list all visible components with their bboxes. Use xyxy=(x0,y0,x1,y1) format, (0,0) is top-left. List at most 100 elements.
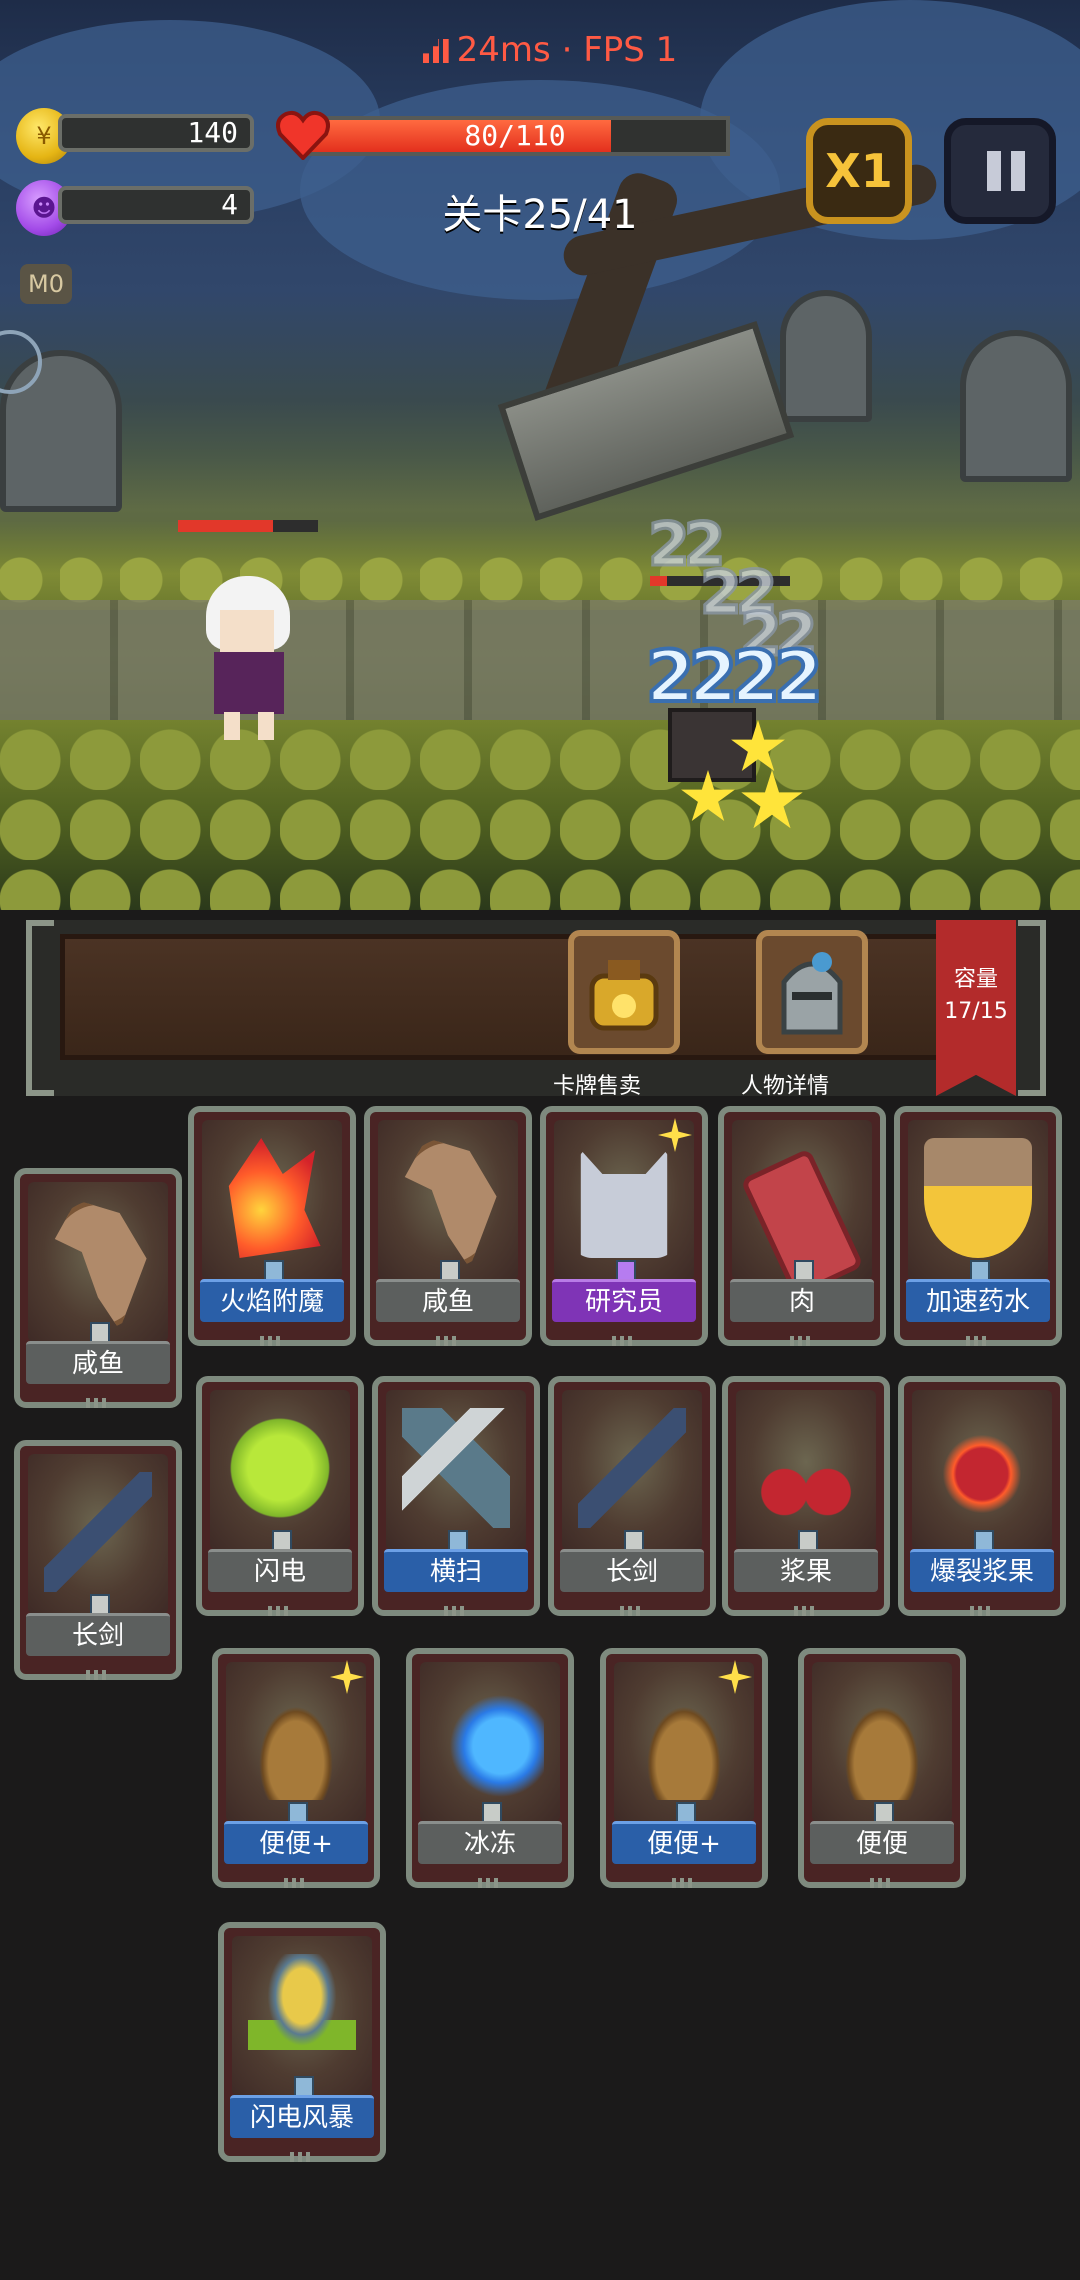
card-sell-label: 卡牌售卖 xyxy=(552,1074,641,1099)
gold-counter: 140 xyxy=(58,114,254,152)
card-label: 便便+ xyxy=(612,1821,756,1864)
card-salted-fish[interactable]: 咸鱼 xyxy=(14,1168,182,1408)
card-salted-fish[interactable]: 咸鱼 xyxy=(364,1106,532,1346)
card-label: 肉 xyxy=(730,1279,874,1322)
fallen-slab xyxy=(497,320,795,522)
card-poop[interactable]: 便便 xyxy=(798,1648,966,1888)
knight-helmet-icon xyxy=(781,952,843,1035)
sparkle-icon xyxy=(658,1118,692,1152)
character-details-label: 人物详情 xyxy=(740,1074,829,1099)
card-connector xyxy=(86,1670,110,1680)
card-connector xyxy=(86,1398,110,1408)
capacity-banner: 容量 17/15 xyxy=(936,920,1016,1096)
card-connector xyxy=(970,1606,994,1616)
card-researcher-cat[interactable]: 研究员 xyxy=(540,1106,708,1346)
card-label: 便便+ xyxy=(224,1821,368,1864)
pause-icon xyxy=(987,151,1001,191)
salted-fish-icon xyxy=(54,1200,147,1330)
sweep-icon xyxy=(402,1408,510,1528)
card-fire-enchant[interactable]: 火焰附魔 xyxy=(188,1106,356,1346)
card-label: 闪电 xyxy=(208,1549,352,1592)
card-label: 咸鱼 xyxy=(376,1279,520,1322)
card-connector xyxy=(284,1878,308,1888)
poop-icon xyxy=(630,1680,738,1800)
mode-chip[interactable]: M0 xyxy=(20,264,72,304)
character-details-button[interactable] xyxy=(756,930,868,1054)
hero-health-bar xyxy=(178,520,318,532)
card-label: 咸鱼 xyxy=(26,1341,170,1384)
damage-number: 2222 xyxy=(644,634,825,720)
gravestone xyxy=(960,330,1072,482)
capacity-value: 17/15 xyxy=(944,999,1008,1024)
card-label: 研究员 xyxy=(552,1279,696,1322)
card-connector xyxy=(436,1336,460,1346)
lightning-storm-icon xyxy=(248,1954,356,2074)
shelf-bracket xyxy=(1018,920,1046,1096)
player-health-bar: 80/110 xyxy=(300,116,730,156)
card-ice[interactable]: 冰冻 xyxy=(406,1648,574,1888)
card-connector xyxy=(268,1606,292,1616)
card-label: 闪电风暴 xyxy=(230,2095,374,2138)
poop-icon xyxy=(828,1680,936,1800)
card-long-sword[interactable]: 长剑 xyxy=(548,1376,716,1616)
card-connector xyxy=(620,1606,644,1616)
heart-icon xyxy=(276,110,330,160)
card-label: 爆裂浆果 xyxy=(910,1549,1054,1592)
burst-berry-icon xyxy=(928,1408,1036,1528)
card-sweep[interactable]: 横扫 xyxy=(372,1376,540,1616)
ice-icon xyxy=(436,1680,544,1800)
card-label: 长剑 xyxy=(560,1549,704,1592)
card-connector xyxy=(672,1878,696,1888)
network-status: 24ms · FPS 1 xyxy=(410,30,690,70)
fire-enchant-icon xyxy=(228,1138,321,1258)
ping-text: 24ms xyxy=(456,30,551,70)
capacity-title: 容量 xyxy=(953,967,998,992)
long-sword-icon xyxy=(578,1408,686,1528)
card-lightning[interactable]: 闪电 xyxy=(196,1376,364,1616)
card-connector xyxy=(794,1606,818,1616)
hero-grandma xyxy=(196,576,306,746)
gold-sack-icon xyxy=(589,960,659,1031)
card-label: 浆果 xyxy=(734,1549,878,1592)
card-connector xyxy=(444,1606,468,1616)
card-connector xyxy=(478,1878,502,1888)
shelf-bracket xyxy=(26,920,54,1096)
card-sell-button[interactable] xyxy=(568,930,680,1054)
card-connector xyxy=(870,1878,894,1888)
card-connector xyxy=(790,1336,814,1346)
card-berry[interactable]: 浆果 xyxy=(722,1376,890,1616)
long-sword-icon xyxy=(44,1472,152,1592)
pause-button[interactable] xyxy=(944,118,1056,224)
card-poop[interactable]: 便便+ xyxy=(600,1648,768,1888)
toolbar-shelf: 卡牌售卖 人物详情 容量 17/15 xyxy=(26,920,1046,1099)
card-burst-berry[interactable]: 爆裂浆果 xyxy=(898,1376,1066,1616)
card-poop[interactable]: 便便+ xyxy=(212,1648,380,1888)
card-speed-potion[interactable]: 加速药水 xyxy=(894,1106,1062,1346)
poop-icon xyxy=(242,1680,350,1800)
speed-potion-icon xyxy=(924,1138,1032,1258)
card-label: 冰冻 xyxy=(418,1821,562,1864)
card-connector xyxy=(290,2152,314,2162)
card-label: 便便 xyxy=(810,1821,954,1864)
gravestone xyxy=(780,290,872,422)
berry-icon xyxy=(752,1408,860,1528)
card-lightning-storm[interactable]: 闪电风暴 xyxy=(218,1922,386,2162)
card-label: 火焰附魔 xyxy=(200,1279,344,1322)
card-long-sword[interactable]: 长剑 xyxy=(14,1440,182,1680)
grass-back xyxy=(0,520,1080,610)
speed-button[interactable]: X1 xyxy=(806,118,912,224)
signal-bars-icon xyxy=(422,39,449,63)
salted-fish-icon xyxy=(404,1138,497,1268)
separator: · xyxy=(561,30,573,70)
stage-progress: 关卡25/41 xyxy=(442,192,638,238)
health-text: 80/110 xyxy=(464,119,566,152)
researcher-cat-icon xyxy=(580,1150,668,1258)
card-meat[interactable]: 肉 xyxy=(718,1106,886,1346)
gem-counter: 4 xyxy=(58,186,254,224)
grass-front xyxy=(0,720,1080,910)
card-label: 加速药水 xyxy=(906,1279,1050,1322)
card-label: 长剑 xyxy=(26,1613,170,1656)
lightning-icon xyxy=(226,1408,334,1528)
card-connector xyxy=(260,1336,284,1346)
card-connector xyxy=(966,1336,990,1346)
